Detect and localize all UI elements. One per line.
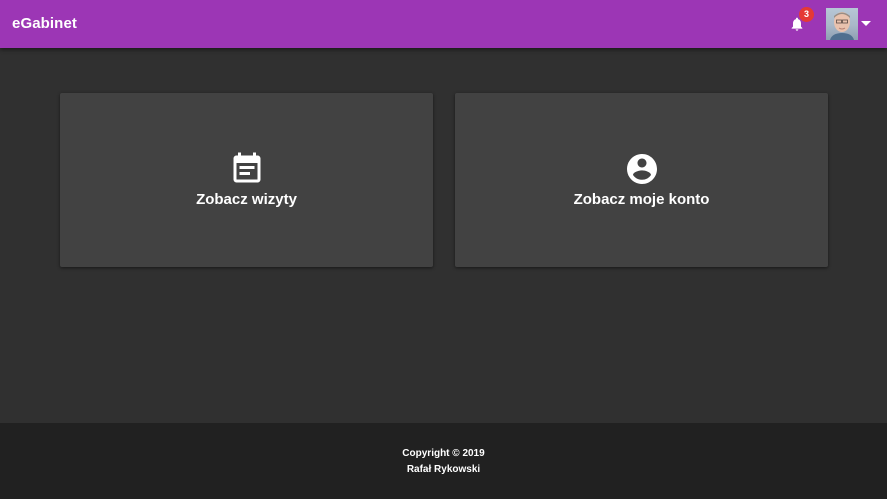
notification-count-badge: 3 xyxy=(799,7,814,22)
caret-down-icon xyxy=(861,21,871,26)
notifications-button[interactable]: 3 xyxy=(787,7,814,36)
author-text: Rafał Rykowski xyxy=(406,464,481,475)
app-toolbar: eGabinet 3 xyxy=(0,0,887,48)
app-title[interactable]: eGabinet xyxy=(12,15,77,32)
view-visits-label: Zobacz wizyty xyxy=(196,191,297,208)
calendar-icon xyxy=(233,152,260,183)
view-visits-card[interactable]: Zobacz wizyty xyxy=(60,93,433,267)
page-footer: Copyright © 2019 Rafał Rykowski xyxy=(0,423,887,499)
copyright-text: Copyright © 2019 xyxy=(402,448,485,459)
account-circle-icon xyxy=(626,154,657,184)
avatar xyxy=(826,8,858,40)
view-account-card[interactable]: Zobacz moje konto xyxy=(455,93,828,267)
view-account-label: Zobacz moje konto xyxy=(573,191,710,208)
account-menu-button[interactable] xyxy=(826,8,874,40)
